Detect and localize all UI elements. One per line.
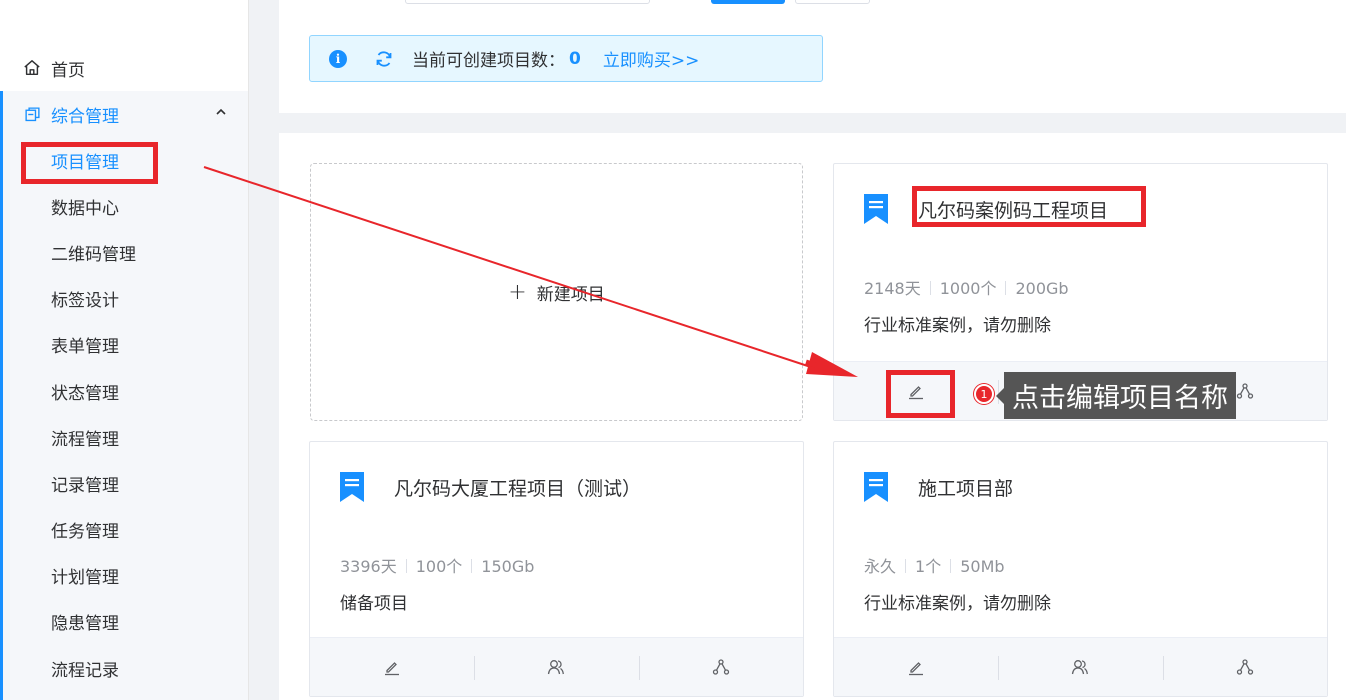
sidebar: 首页 综合管理 项目管理 数据中心 二维码管理 标签设计 表单管理 状态管理 流… — [0, 0, 249, 700]
highlight-box-project-title — [912, 186, 1146, 227]
project-card-header: 凡尔码大厦工程项目（测试） — [340, 472, 641, 502]
project-stats: 2148天 1000个 200Gb — [864, 275, 1069, 299]
share-icon — [1236, 659, 1253, 675]
annotation-tooltip: 点击编辑项目名称 — [996, 372, 1236, 419]
info-icon: i — [329, 49, 347, 68]
quota-count: 0 — [569, 48, 581, 69]
sidebar-item-status-management[interactable]: 状态管理 — [3, 368, 248, 414]
sidebar-group-header[interactable]: 综合管理 — [3, 91, 248, 137]
members-icon — [548, 660, 565, 675]
sidebar-item-plan-management[interactable]: 计划管理 — [3, 553, 248, 599]
sidebar-item-qrcode-management[interactable]: 二维码管理 — [3, 229, 248, 275]
project-description: 储备项目 — [340, 594, 408, 614]
project-title: 凡尔码大厦工程项目（测试） — [394, 477, 642, 500]
project-card: 施工项目部 永久 1个 50Mb 行业标准案例，请勿删除 — [833, 441, 1328, 697]
project-days: 永久 — [864, 557, 897, 576]
stat-divider — [905, 559, 907, 573]
project-stats: 永久 1个 50Mb — [864, 553, 1005, 577]
sidebar-item-form-management[interactable]: 表单管理 — [3, 322, 248, 368]
stat-divider — [950, 559, 952, 573]
bookmark-icon — [864, 472, 888, 502]
project-count: 1个 — [915, 557, 942, 576]
edit-icon — [385, 662, 400, 676]
toolbar-panel: i 当前可创建项目数： 0 立即购买>> — [279, 0, 1346, 113]
share-button[interactable] — [638, 638, 803, 696]
reset-button[interactable] — [795, 0, 870, 4]
project-actions — [834, 637, 1327, 696]
project-card-header: 施工项目部 — [864, 472, 1013, 502]
sidebar-item-home-label: 首页 — [51, 60, 85, 81]
stat-divider — [929, 281, 931, 295]
project-storage: 200Gb — [1015, 279, 1069, 298]
project-description: 行业标准案例，请勿删除 — [864, 594, 1051, 614]
sidebar-item-home[interactable]: 首页 — [0, 45, 248, 91]
project-card: 凡尔码大厦工程项目（测试） 3396天 100个 150Gb 储备项目 — [309, 441, 804, 697]
share-icon — [1236, 383, 1253, 399]
sidebar-item-hazard-management[interactable]: 隐患管理 — [3, 599, 248, 645]
project-days: 2148天 — [864, 279, 921, 298]
new-project-label: 新建项目 — [536, 284, 605, 305]
stat-divider — [405, 559, 407, 573]
project-stats: 3396天 100个 150Gb — [340, 553, 534, 577]
bookmark-icon — [340, 472, 364, 502]
plus-icon: + — [508, 279, 527, 305]
members-button[interactable] — [474, 638, 638, 696]
step-badge: 1 — [974, 384, 994, 404]
quota-alert: i 当前可创建项目数： 0 立即购买>> — [309, 35, 823, 82]
project-count: 1000个 — [939, 279, 997, 298]
project-title: 施工项目部 — [918, 477, 1014, 500]
sidebar-group-label: 综合管理 — [51, 106, 119, 127]
share-button[interactable] — [1162, 638, 1327, 696]
edit-button[interactable] — [310, 638, 474, 696]
stat-divider — [471, 559, 473, 573]
project-storage: 150Gb — [481, 557, 535, 576]
sidebar-item-workflow-records[interactable]: 流程记录 — [3, 645, 248, 691]
new-project-card[interactable]: + 新建项目 — [310, 163, 803, 421]
refresh-icon[interactable] — [374, 49, 394, 69]
share-icon — [712, 659, 729, 675]
search-input[interactable] — [405, 0, 650, 4]
project-storage: 50Mb — [960, 557, 1005, 576]
quota-label: 当前可创建项目数： — [412, 51, 565, 71]
project-count: 100个 — [415, 557, 463, 576]
home-icon — [22, 58, 42, 78]
sidebar-item-task-management[interactable]: 任务管理 — [3, 507, 248, 553]
project-actions — [310, 637, 803, 696]
project-days: 3396天 — [340, 557, 397, 576]
sidebar-item-label-design[interactable]: 标签设计 — [3, 276, 248, 322]
search-button[interactable] — [711, 0, 785, 4]
stat-divider — [1005, 281, 1007, 295]
members-button[interactable] — [998, 638, 1162, 696]
sidebar-item-record-management[interactable]: 记录管理 — [3, 460, 248, 506]
bookmark-icon — [864, 194, 888, 224]
edit-icon — [909, 662, 924, 676]
highlight-box-project-management — [21, 142, 158, 184]
sidebar-item-data-center[interactable]: 数据中心 — [3, 183, 248, 229]
folder-icon — [22, 104, 42, 124]
highlight-box-edit-button — [886, 370, 955, 418]
buy-now-link[interactable]: 立即购买>> — [603, 46, 700, 71]
members-icon — [1072, 660, 1089, 675]
chevron-up-icon[interactable] — [214, 105, 228, 119]
edit-button[interactable] — [834, 638, 998, 696]
project-description: 行业标准案例，请勿删除 — [864, 316, 1051, 336]
sidebar-item-workflow-management[interactable]: 流程管理 — [3, 414, 248, 460]
